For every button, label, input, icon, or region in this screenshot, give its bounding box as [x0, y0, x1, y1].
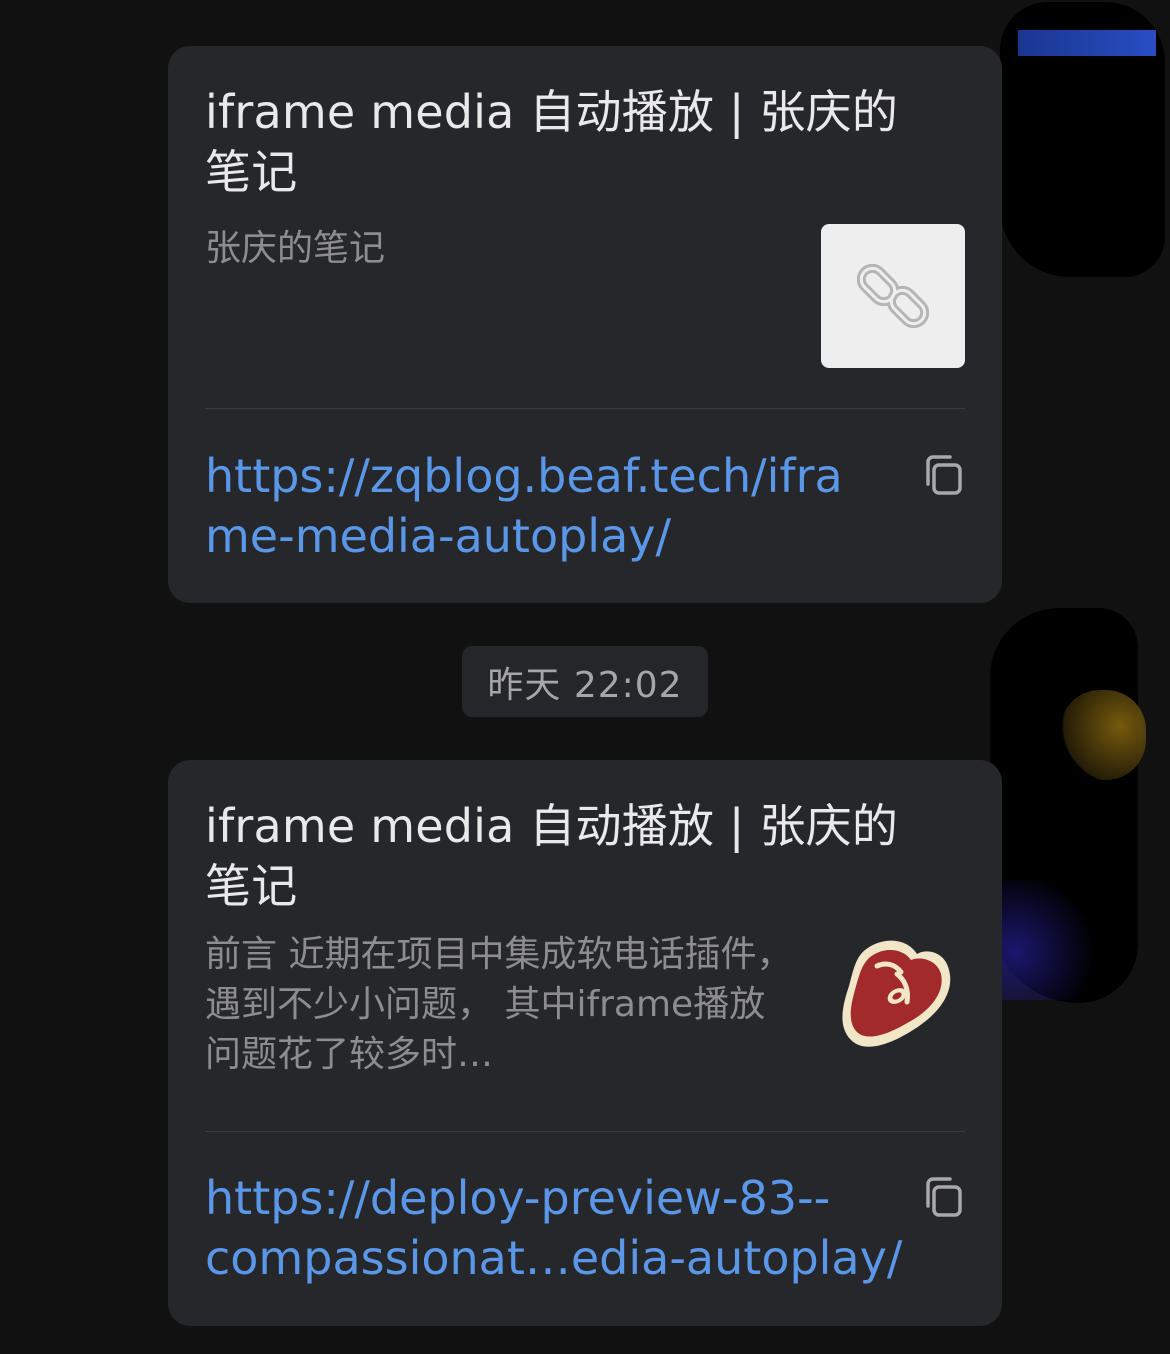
- redacted-avatar-tint: [1018, 30, 1156, 56]
- link-thumbnail: [821, 224, 965, 368]
- link-card-description: 张庆的笔记: [205, 228, 386, 269]
- link-card-title: iframe media 自动播放 | 张庆的笔记: [205, 799, 899, 913]
- copy-icon[interactable]: [920, 1174, 966, 1220]
- timestamp-badge: 昨天 22:02: [462, 646, 708, 717]
- link-url[interactable]: https://zqblog.beaf.tech/iframe-media-au…: [205, 446, 885, 566]
- redacted-avatar-tint: [1060, 690, 1146, 780]
- link-card[interactable]: iframe media 自动播放 | 张庆的笔记 张庆的笔记 https://…: [168, 46, 1002, 603]
- card-divider: [205, 1131, 965, 1132]
- card-divider: [205, 408, 965, 409]
- link-url[interactable]: https://deploy-preview-83-- compassionat…: [205, 1168, 925, 1288]
- link-card-body: 张庆的笔记: [205, 224, 965, 389]
- link-card-description: 前言 近期在项目中集成软电话插件，遇到不少小问题， 其中iframe播放问题花了…: [205, 934, 793, 1075]
- link-card[interactable]: iframe media 自动播放 | 张庆的笔记 前言 近期在项目中集成软电话…: [168, 760, 1002, 1326]
- link-card-title: iframe media 自动播放 | 张庆的笔记: [205, 85, 899, 199]
- steak-logo-icon: [842, 940, 951, 1047]
- copy-icon[interactable]: [920, 452, 966, 498]
- site-logo-thumbnail: [821, 918, 965, 1062]
- chat-screen: iframe media 自动播放 | 张庆的笔记 张庆的笔记 https://…: [0, 0, 1170, 1354]
- link-card-body: 前言 近期在项目中集成软电话插件，遇到不少小问题， 其中iframe播放问题花了…: [205, 930, 965, 1095]
- link-chain-icon: [856, 263, 930, 329]
